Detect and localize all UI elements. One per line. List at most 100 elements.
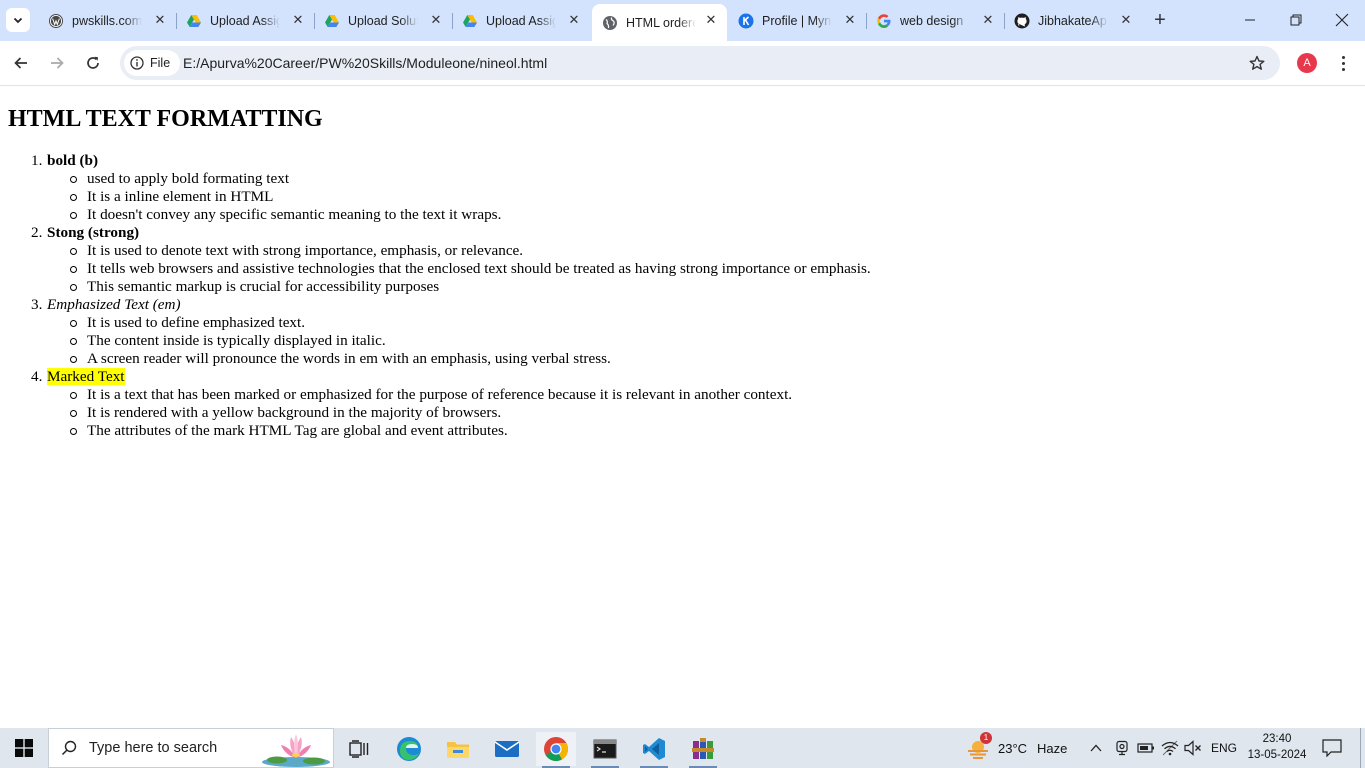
site-info-chip[interactable]: File	[124, 50, 181, 76]
close-icon[interactable]: ✕	[980, 12, 996, 28]
item-number: 3.	[31, 296, 43, 313]
restore-icon	[1290, 14, 1302, 26]
vscode-icon	[643, 738, 665, 760]
close-icon[interactable]: ✕	[842, 12, 858, 28]
file-explorer-app[interactable]	[438, 732, 478, 766]
search-icon	[61, 740, 77, 756]
input-language[interactable]: ENG	[1211, 728, 1237, 768]
tab-github[interactable]: JibhakateAp ✕	[1004, 4, 1142, 37]
arrow-right-icon	[51, 57, 64, 69]
item-title: Stong (strong)	[47, 224, 140, 241]
menu-dot	[1341, 55, 1345, 59]
reload-button[interactable]	[81, 51, 105, 75]
close-icon[interactable]: ✕	[1118, 12, 1134, 28]
profile-icon	[738, 13, 754, 29]
notification-badge: 1	[980, 732, 992, 744]
chrome-app[interactable]	[536, 732, 576, 768]
close-icon[interactable]: ✕	[152, 12, 168, 28]
list-item-marked: 4. Marked Text It is a text that has bee…	[0, 368, 871, 440]
google-icon	[876, 13, 892, 29]
terminal-app[interactable]	[585, 732, 625, 768]
tab-title: Profile | Myn	[762, 13, 832, 28]
show-hidden-icons-button[interactable]	[1089, 728, 1103, 768]
notification-icon	[1322, 739, 1342, 757]
restore-button[interactable]	[1284, 8, 1308, 32]
tab-pwskills[interactable]: pwskills.com ✕	[38, 4, 177, 37]
browser-menu-button[interactable]	[1332, 52, 1354, 74]
avatar-letter: A	[1303, 57, 1311, 69]
lotus-flower-icon	[262, 734, 330, 767]
tab-web-design[interactable]: web design ✕	[866, 4, 1005, 37]
close-icon[interactable]: ✕	[290, 12, 306, 28]
network-indicator[interactable]	[1161, 728, 1179, 768]
item-title: bold (b)	[47, 152, 99, 169]
info-icon	[130, 56, 144, 70]
forward-button[interactable]	[45, 51, 69, 75]
winrar-app[interactable]	[683, 732, 723, 768]
edge-app[interactable]	[389, 732, 429, 766]
item-title: Marked Text	[47, 368, 125, 385]
tab-strip: pwskills.com ✕ Upload Assig ✕ Upload Sol…	[0, 0, 1365, 41]
page-content: HTML TEXT FORMATTING 1. bold (b) used to…	[0, 87, 1365, 728]
tab-upload-solution[interactable]: Upload Solut ✕	[314, 4, 453, 37]
task-view-icon	[349, 740, 369, 758]
archive-books-icon	[692, 738, 714, 759]
show-desktop-button[interactable]	[1360, 728, 1365, 768]
battery-icon	[1137, 743, 1154, 753]
address-bar[interactable]: File E:/Apurva%20Career/PW%20Skills/Modu…	[120, 46, 1280, 80]
tab-title: web design	[900, 13, 964, 28]
new-tab-button[interactable]: +	[1149, 9, 1171, 31]
url-text[interactable]: E:/Apurva%20Career/PW%20Skills/Moduleone…	[183, 55, 547, 71]
vscode-app[interactable]	[634, 732, 674, 768]
reload-icon	[87, 56, 99, 69]
close-icon[interactable]: ✕	[566, 12, 582, 28]
volume-indicator[interactable]	[1184, 728, 1202, 768]
taskbar-clock[interactable]: 23:40 13-05-2024	[1246, 731, 1308, 763]
github-icon	[1014, 13, 1030, 29]
action-center-button[interactable]	[1322, 728, 1342, 768]
close-icon[interactable]: ✕	[703, 12, 719, 28]
tab-title: HTML ordere	[626, 15, 696, 30]
tab-search-button[interactable]	[6, 8, 30, 32]
tab-title: Upload Assig	[210, 13, 280, 28]
sub-list-item: A screen reader will pronounce the words…	[0, 350, 871, 368]
profile-avatar[interactable]: A	[1297, 53, 1317, 73]
sub-list: used to apply bold formating text It is …	[47, 170, 871, 224]
mail-icon	[494, 741, 520, 757]
minimize-button[interactable]	[1238, 8, 1262, 32]
taskbar-search[interactable]: Type here to search	[48, 728, 334, 768]
tab-html-ordered-list[interactable]: HTML ordere ✕	[592, 4, 727, 41]
chevron-up-icon	[1090, 744, 1102, 752]
star-icon	[1249, 55, 1265, 70]
task-view-button[interactable]	[339, 732, 379, 766]
sub-list-item: It is a inline element in HTML	[0, 188, 871, 206]
item-number: 2.	[31, 224, 43, 241]
site-info-label: File	[150, 56, 171, 70]
weather-condition: Haze	[1037, 740, 1068, 756]
globe-icon	[602, 15, 618, 31]
bookmark-button[interactable]	[1246, 52, 1268, 74]
sub-list-item: It doesn't convey any specific semantic …	[0, 206, 871, 224]
sub-list-item: used to apply bold formating text	[0, 170, 871, 188]
start-button[interactable]	[0, 728, 48, 768]
sub-list-item: It tells web browsers and assistive tech…	[0, 260, 871, 278]
google-drive-icon	[186, 13, 202, 29]
weather-widget[interactable]: 1 23°C Haze	[966, 728, 1067, 768]
mail-app[interactable]	[487, 732, 527, 766]
meet-now-button[interactable]	[1114, 728, 1130, 768]
volume-muted-icon	[1184, 740, 1201, 756]
sub-list-item: It is rendered with a yellow background …	[0, 404, 871, 422]
tab-upload-assignment-1[interactable]: Upload Assig ✕	[176, 4, 315, 37]
close-window-button[interactable]	[1330, 8, 1354, 32]
tab-title: Upload Solut	[348, 13, 418, 28]
tab-upload-assignment-2[interactable]: Upload Assig ✕	[452, 4, 590, 37]
google-drive-icon	[324, 13, 340, 29]
menu-dot	[1341, 61, 1345, 65]
item-title: Emphasized Text (em)	[47, 296, 181, 313]
tab-profile[interactable]: Profile | Myn ✕	[728, 4, 867, 37]
item-number: 4.	[31, 368, 43, 385]
close-icon[interactable]: ✕	[428, 12, 444, 28]
minimize-icon	[1245, 19, 1255, 21]
battery-indicator[interactable]	[1137, 728, 1155, 768]
back-button[interactable]	[9, 51, 33, 75]
